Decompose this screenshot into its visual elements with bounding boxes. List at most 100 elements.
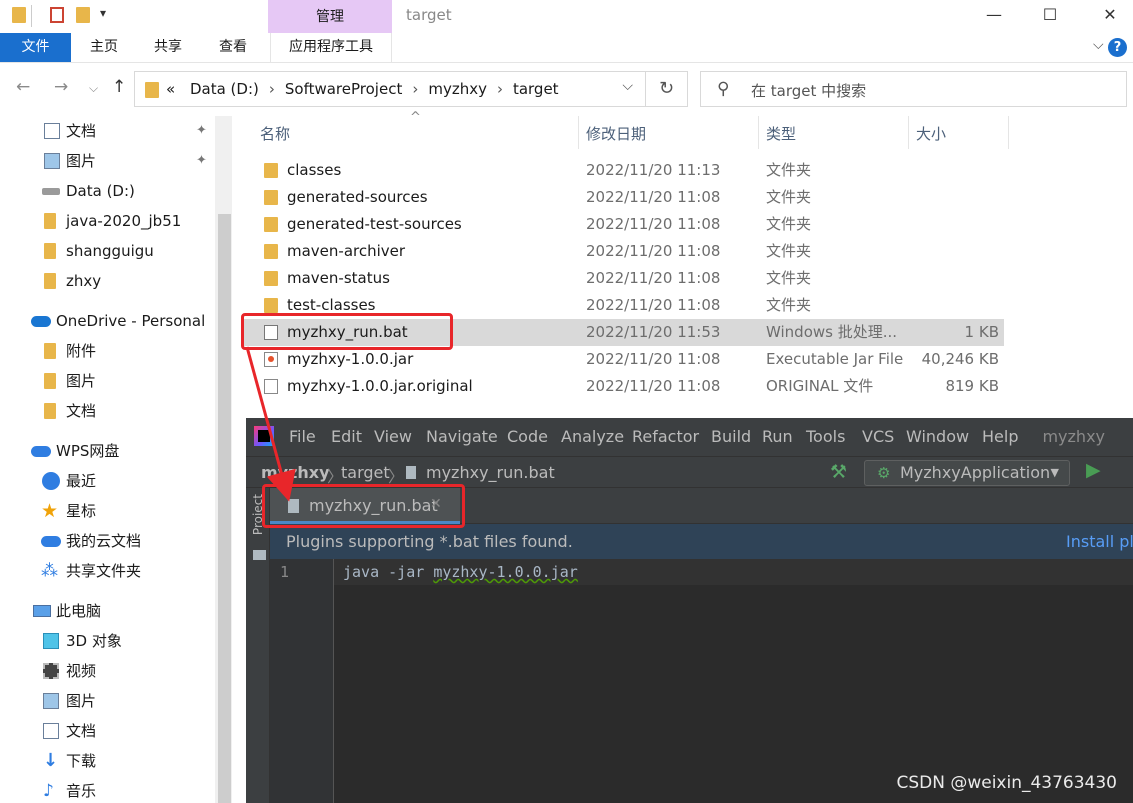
pin-icon[interactable]: ✦ [196, 116, 207, 146]
sidebar-item-label: 3D 对象 [66, 632, 122, 650]
file-type: Executable Jar File [766, 350, 904, 368]
close-button[interactable]: ✕ [1087, 2, 1133, 30]
menu-vcs[interactable]: VCS [862, 427, 894, 446]
code-editor[interactable]: java -jar myzhxy-1.0.0.jar [343, 563, 578, 581]
breadcrumb-drive[interactable]: Data (D:) [190, 80, 259, 98]
sidebar-item-java-2020[interactable]: java-2020_jb51 [0, 206, 215, 236]
file-name: generated-test-sources [287, 215, 462, 233]
menu-file[interactable]: File [289, 427, 316, 446]
file-row-myzhxy-jar[interactable]: myzhxy-1.0.0.jar 2022/11/20 11:08 Execut… [244, 346, 1004, 373]
file-date: 2022/11/20 11:08 [586, 296, 721, 314]
column-name[interactable]: 名称 [260, 123, 290, 144]
menu-code[interactable]: Code [507, 427, 548, 446]
project-folder-icon[interactable] [253, 550, 266, 560]
refresh-button[interactable]: ↻ [646, 71, 688, 107]
column-type[interactable]: 类型 [766, 123, 796, 144]
menu-edit[interactable]: Edit [331, 427, 362, 446]
sidebar-item-attachments[interactable]: 附件 [0, 336, 215, 366]
sidebar-item-shared-folder[interactable]: ⁂ 共享文件夹 [0, 556, 215, 586]
tab-share[interactable]: 共享 [140, 33, 196, 62]
pin-icon[interactable]: ✦ [196, 146, 207, 176]
up-button[interactable]: ↑ [112, 77, 126, 97]
sidebar-item-data-drive[interactable]: Data (D:) [0, 176, 215, 206]
minimize-button[interactable]: — [971, 2, 1017, 30]
breadcrumb-softwareproject[interactable]: SoftwareProject [285, 80, 402, 98]
address-history-dropdown[interactable]: ⌵ [622, 78, 633, 94]
sidebar-item-shangguigu[interactable]: shangguigu [0, 236, 215, 266]
run-play-icon[interactable]: ▶ [1086, 459, 1101, 481]
back-button[interactable]: ← [16, 77, 30, 97]
sidebar-item-onedrive-pictures[interactable]: 图片 [0, 366, 215, 396]
menu-build[interactable]: Build [711, 427, 751, 446]
file-date: 2022/11/20 11:08 [586, 188, 721, 206]
menu-run[interactable]: Run [762, 427, 793, 446]
tab-application-tools[interactable]: 应用程序工具 [270, 33, 392, 62]
maximize-button[interactable]: ☐ [1027, 2, 1073, 30]
nav-crumb-file[interactable]: myzhxy_run.bat [426, 463, 555, 482]
properties-icon[interactable] [50, 7, 64, 23]
sidebar-item-recent[interactable]: 最近 [0, 466, 215, 496]
file-type: 文件夹 [766, 296, 812, 314]
folder-icon [145, 82, 159, 98]
breadcrumb-myzhxy[interactable]: myzhxy [428, 80, 487, 98]
tab-file[interactable]: 文件 [0, 33, 71, 62]
recent-locations-button[interactable]: ⌵ [89, 81, 98, 96]
sidebar-item-zhxy[interactable]: zhxy [0, 266, 215, 296]
menu-window[interactable]: Window [906, 427, 969, 446]
sidebar-item-3d-objects[interactable]: 3D 对象 [0, 626, 215, 656]
sidebar-item-starred[interactable]: ★ 星标 [0, 496, 215, 526]
menu-navigate[interactable]: Navigate [426, 427, 498, 446]
file-row-maven-archiver[interactable]: maven-archiver 2022/11/20 11:08 文件夹 [244, 238, 1004, 265]
sidebar-item-onedrive[interactable]: OneDrive - Personal [0, 306, 215, 336]
menu-analyze[interactable]: Analyze [561, 427, 624, 446]
editor-gutter: 1 [270, 559, 334, 803]
sidebar-item-pc-pictures[interactable]: 图片 [0, 686, 215, 716]
sidebar-item-label: 图片 [66, 372, 97, 390]
run-configuration-dropdown[interactable]: ⚙ MyzhxyApplication ▼ [864, 460, 1070, 486]
sidebar-item-downloads[interactable]: ↓ 下载 [0, 746, 215, 776]
sidebar-item-pc-documents[interactable]: 文档 [0, 716, 215, 746]
sidebar-scrollbar-thumb[interactable] [218, 214, 231, 803]
customize-quick-access-icon[interactable]: ▾ [100, 6, 106, 20]
search-box[interactable]: ⚲ 在 target 中搜索 [700, 71, 1127, 107]
sidebar-item-videos[interactable]: 视频 [0, 656, 215, 686]
ide-project-title: myzhxy [1042, 427, 1105, 446]
nav-crumb-target[interactable]: target [341, 463, 390, 482]
tab-home[interactable]: 主页 [76, 33, 132, 62]
tab-view[interactable]: 查看 [205, 33, 261, 62]
breadcrumb-target[interactable]: target [513, 80, 559, 98]
expand-ribbon-icon[interactable]: ⌵ [1093, 37, 1104, 53]
manage-tab[interactable]: 管理 [268, 0, 392, 33]
new-folder-icon[interactable] [76, 7, 90, 23]
sidebar-item-this-pc[interactable]: 此电脑 [0, 596, 215, 626]
menu-tools[interactable]: Tools [806, 427, 845, 446]
install-plugins-link[interactable]: Install plu [1066, 532, 1133, 551]
build-hammer-icon[interactable]: ⚒ [830, 461, 847, 483]
menu-view[interactable]: View [374, 427, 412, 446]
sidebar-item-label: 文档 [66, 722, 97, 740]
ribbon-tabs: 文件 主页 共享 查看 应用程序工具 ⌵ ? [0, 33, 1133, 63]
address-bar[interactable]: « Data (D:) › SoftwareProject › myzhxy › targe… [134, 71, 646, 107]
sidebar-item-music[interactable]: ♪ 音乐 [0, 776, 215, 803]
file-row-generated-test-sources[interactable]: generated-test-sources 2022/11/20 11:08 … [244, 211, 1004, 238]
file-row-classes[interactable]: classes 2022/11/20 11:13 文件夹 [244, 157, 1004, 184]
file-row-generated-sources[interactable]: generated-sources 2022/11/20 11:08 文件夹 [244, 184, 1004, 211]
forward-button[interactable]: → [54, 77, 68, 97]
sidebar-item-pictures[interactable]: 图片 ✦ [0, 146, 215, 176]
menu-refactor[interactable]: Refactor [632, 427, 699, 446]
sidebar-item-onedrive-documents[interactable]: 文档 [0, 396, 215, 426]
search-input[interactable]: 在 target 中搜索 [751, 80, 866, 101]
menu-help[interactable]: Help [982, 427, 1018, 446]
help-icon[interactable]: ? [1108, 38, 1127, 57]
column-date-modified[interactable]: 修改日期 [586, 123, 646, 144]
sidebar-item-documents[interactable]: 文档 ✦ [0, 116, 215, 146]
file-type: 文件夹 [766, 161, 812, 179]
column-size[interactable]: 大小 [916, 123, 946, 144]
file-row-maven-status[interactable]: maven-status 2022/11/20 11:08 文件夹 [244, 265, 1004, 292]
sidebar-item-my-cloud-docs[interactable]: 我的云文档 [0, 526, 215, 556]
sidebar-item-wps[interactable]: WPS网盘 [0, 436, 215, 466]
sidebar-item-label: zhxy [66, 272, 102, 290]
file-row-myzhxy-jar-original[interactable]: myzhxy-1.0.0.jar.original 2022/11/20 11:… [244, 373, 1004, 400]
breadcrumb-overflow[interactable]: « [166, 80, 175, 98]
nav-crumb-project[interactable]: myzhxy [261, 463, 330, 482]
